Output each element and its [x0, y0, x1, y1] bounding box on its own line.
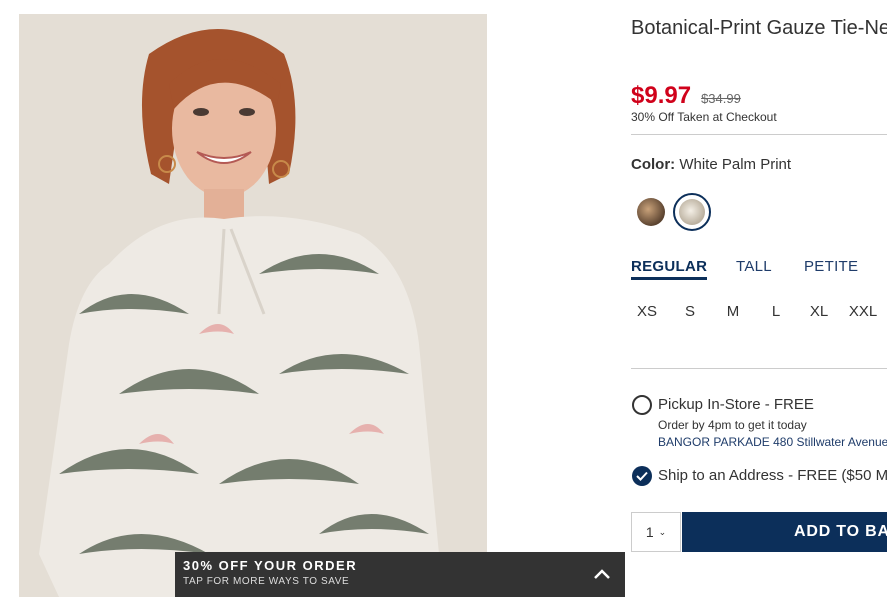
quantity-value: 1: [645, 524, 654, 540]
promo-headline: 30% OFF YOUR ORDER: [183, 558, 358, 573]
tab-tall[interactable]: TALL: [736, 258, 772, 275]
pickup-cutoff-note: Order by 4pm to get it today: [658, 418, 807, 432]
tab-regular[interactable]: REGULAR: [631, 258, 708, 280]
size-option-xxl[interactable]: XXL: [847, 303, 879, 320]
product-title: Botanical-Print Gauze Tie-Neck Top for W…: [631, 17, 887, 39]
pickup-store-link[interactable]: BANGOR PARKADE 480 Stillwater Avenue B: [658, 435, 887, 449]
color-swatch-brown-print[interactable]: [637, 198, 665, 226]
pickup-radio[interactable]: [632, 395, 652, 415]
product-info-panel: Botanical-Print Gauze Tie-Neck Top for W…: [631, 0, 887, 597]
size-option-m[interactable]: M: [717, 303, 749, 320]
quantity-select[interactable]: 1 ⌄: [631, 512, 681, 552]
divider: [631, 134, 887, 135]
color-swatch-image: [679, 199, 705, 225]
original-price: $34.99: [701, 91, 741, 106]
chevron-up-icon[interactable]: [593, 568, 611, 580]
divider: [631, 368, 887, 369]
promo-banner[interactable]: 30% OFF YOUR ORDER TAP FOR MORE WAYS TO …: [175, 552, 625, 597]
price-row: $9.97 $34.99: [631, 82, 741, 110]
tab-petite[interactable]: PETITE: [804, 258, 858, 275]
color-label: Color:: [631, 156, 676, 173]
promo-subtext: TAP FOR MORE WAYS TO SAVE: [183, 576, 350, 587]
checkmark-icon: [636, 471, 648, 481]
pickup-label: Pickup In-Store - FREE: [658, 396, 814, 413]
chevron-down-icon: ⌄: [658, 526, 667, 537]
color-selection-label: Color: White Palm Print: [631, 156, 791, 173]
size-option-xl[interactable]: XL: [803, 303, 835, 320]
size-option-xs[interactable]: XS: [631, 303, 663, 320]
product-image[interactable]: [19, 14, 487, 597]
ship-label: Ship to an Address - FREE ($50 M: [658, 467, 887, 484]
color-swatch-white-palm-print[interactable]: [673, 193, 711, 231]
add-to-bag-button[interactable]: ADD TO BAG: [682, 512, 887, 552]
size-option-l[interactable]: L: [760, 303, 792, 320]
ship-radio[interactable]: [632, 466, 652, 486]
discount-note: 30% Off Taken at Checkout: [631, 110, 777, 124]
color-value: White Palm Print: [679, 156, 792, 173]
sale-price: $9.97: [631, 82, 692, 109]
size-option-s[interactable]: S: [674, 303, 706, 320]
